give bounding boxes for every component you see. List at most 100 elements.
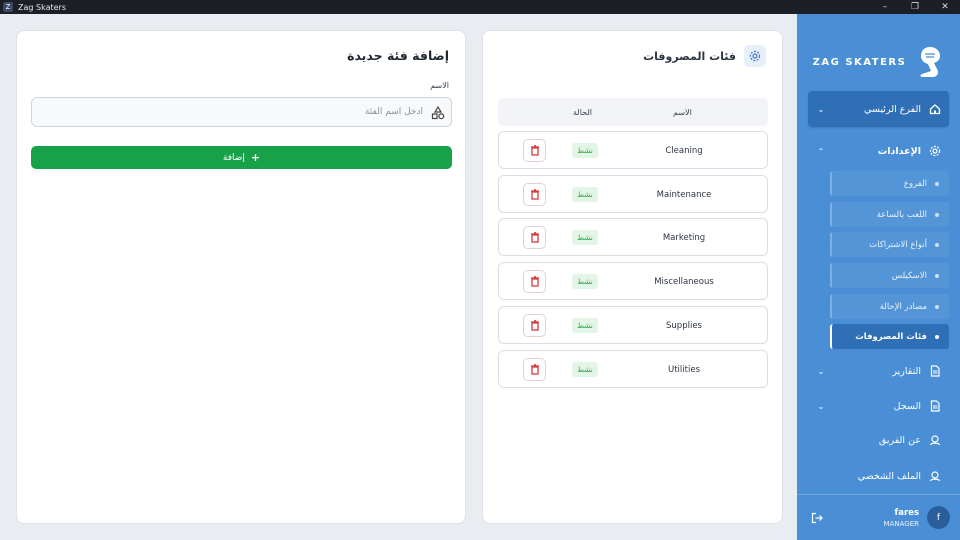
profile-label: الملف الشخصي	[857, 470, 921, 482]
status-badge: نشط	[572, 143, 598, 158]
add-button-label: إضافة	[222, 152, 245, 163]
status-badge: نشط	[572, 187, 598, 202]
about-label: عن الفريق	[878, 434, 921, 446]
sidebar-subitem-hourly-play[interactable]: اللعب بالساعة	[830, 202, 949, 227]
user-role: MANAGER	[883, 519, 919, 528]
delete-button[interactable]	[523, 358, 546, 381]
shapes-icon	[431, 106, 445, 120]
home-icon	[929, 104, 941, 115]
delete-button[interactable]	[523, 314, 546, 337]
subitem-label: الاسكيلس	[891, 270, 927, 281]
sidebar-subitem-branches[interactable]: الفروع	[830, 171, 949, 196]
logo-text: ZAG SKATERS	[812, 56, 907, 68]
sidebar-subitem-referral-sources[interactable]: مصادر الإحالة	[830, 294, 949, 319]
skater-logo-icon	[920, 47, 941, 77]
add-category-title: إضافة فئة جديدة	[347, 48, 449, 63]
table-row: Supplies نشط	[498, 306, 768, 344]
category-name: Maintenance	[656, 190, 712, 200]
bullet-icon	[935, 242, 939, 247]
restore-icon[interactable]: ❐	[900, 0, 930, 14]
categories-title: فئات المصروفات	[643, 49, 736, 63]
subitem-label: أنواع الاشتراكات	[869, 239, 927, 250]
app-icon: Z	[3, 2, 13, 12]
table-header: الاسم الحالة	[498, 98, 768, 126]
sidebar-item-settings[interactable]: ⌃ الإعدادات	[808, 138, 949, 164]
table-row: Miscellaneous نشط	[498, 262, 768, 300]
bullet-icon	[935, 334, 939, 339]
delete-button[interactable]	[523, 183, 546, 206]
branch-label: الفرع الرئيسي	[864, 103, 921, 115]
sidebar-item-branch[interactable]: ⌄ الفرع الرئيسي	[808, 91, 949, 127]
chevron-down-icon: ⌄	[817, 401, 825, 411]
status-badge: نشط	[572, 230, 598, 245]
trash-icon	[530, 320, 539, 331]
column-header-name: الاسم	[673, 107, 692, 117]
delete-button[interactable]	[523, 270, 546, 293]
status-badge: نشط	[572, 274, 598, 289]
plus-icon: +	[250, 151, 261, 164]
subitem-label: اللعب بالساعة	[876, 209, 927, 220]
chevron-down-icon: ⌄	[817, 104, 825, 114]
expense-categories-card: فئات المصروفات الاسم الحالة Cleaning نشط…	[482, 30, 783, 524]
team-icon	[929, 435, 941, 446]
gear-icon	[744, 45, 766, 67]
category-name: Miscellaneous	[654, 277, 714, 287]
category-name: Cleaning	[665, 146, 703, 156]
minimize-icon[interactable]: –	[870, 0, 900, 14]
profile-icon	[929, 471, 941, 482]
sidebar-item-log[interactable]: ⌄ السجل	[808, 393, 949, 419]
sidebar-subitem-subscription-types[interactable]: أنواع الاشتراكات	[830, 232, 949, 257]
gear-icon	[929, 145, 941, 157]
add-category-card: إضافة فئة جديدة الاسم إضافة +	[16, 30, 466, 524]
category-name: Marketing	[662, 233, 706, 243]
chevron-up-icon: ⌃	[817, 146, 825, 156]
window-title: Zag Skaters	[18, 2, 66, 12]
sidebar-item-reports[interactable]: ⌄ التقارير	[808, 358, 949, 384]
delete-button[interactable]	[523, 139, 546, 162]
column-header-status: الحالة	[573, 107, 592, 117]
status-badge: نشط	[572, 362, 598, 377]
category-name: Utilities	[668, 365, 700, 375]
delete-button[interactable]	[523, 226, 546, 249]
sidebar-item-about-team[interactable]: عن الفريق	[808, 427, 949, 453]
sidebar-item-profile[interactable]: الملف الشخصي	[808, 463, 949, 489]
close-icon[interactable]: ✕	[930, 0, 960, 14]
trash-icon	[530, 364, 539, 375]
document-icon	[930, 365, 940, 377]
table-row: Utilities نشط	[498, 350, 768, 388]
category-name: Supplies	[666, 321, 702, 331]
trash-icon	[530, 189, 539, 200]
trash-icon	[530, 232, 539, 243]
table-row: Marketing نشط	[498, 218, 768, 256]
trash-icon	[530, 276, 539, 287]
sidebar-subitem-skills[interactable]: الاسكيلس	[830, 263, 949, 288]
user-area: fares MANAGER f	[797, 494, 960, 540]
reports-label: التقارير	[892, 365, 921, 377]
add-category-button[interactable]: إضافة +	[31, 146, 452, 169]
category-name-input[interactable]	[32, 98, 427, 126]
subitem-label: الفروع	[903, 178, 927, 189]
subitem-label: مصادر الإحالة	[879, 301, 927, 312]
category-name-field-wrap	[31, 97, 452, 127]
log-label: السجل	[893, 400, 921, 412]
bullet-icon	[935, 304, 939, 309]
chevron-down-icon: ⌄	[817, 366, 825, 376]
table-row: Cleaning نشط	[498, 131, 768, 169]
settings-label: الإعدادات	[877, 145, 921, 157]
table-row: Maintenance نشط	[498, 175, 768, 213]
avatar[interactable]: f	[927, 506, 950, 529]
name-field-label: الاسم	[430, 81, 449, 90]
subitem-label: فئات المصروفات	[855, 331, 927, 342]
sidebar: ZAG SKATERS ⌄ الفرع الرئيسي ⌃ الإعدادات …	[797, 14, 960, 540]
user-name: fares	[894, 507, 919, 518]
sidebar-subitem-expense-categories[interactable]: فئات المصروفات	[830, 324, 949, 349]
logout-icon[interactable]	[811, 512, 823, 524]
status-badge: نشط	[572, 318, 598, 333]
window-titlebar: Z Zag Skaters – ❐ ✕	[0, 0, 960, 14]
bullet-icon	[935, 273, 939, 278]
bullet-icon	[935, 181, 939, 186]
bullet-icon	[935, 212, 939, 217]
logo: ZAG SKATERS	[797, 42, 960, 82]
categories-header: فئات المصروفات	[643, 45, 766, 67]
trash-icon	[530, 145, 539, 156]
